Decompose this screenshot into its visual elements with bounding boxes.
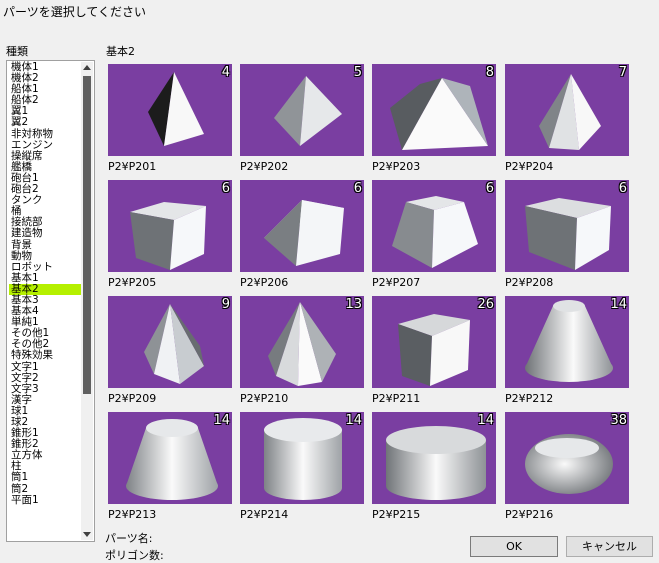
polygon-count: 14 (610, 297, 627, 312)
part-name: P2¥P201 (108, 160, 157, 173)
dialog-title: パーツを選択してください (3, 5, 147, 19)
ok-button[interactable]: OK (470, 536, 558, 557)
part-tile[interactable]: 5 P2¥P202 (240, 64, 364, 176)
category-item[interactable]: 非対称物 (9, 128, 85, 140)
part-name: P2¥P213 (108, 508, 157, 521)
category-item[interactable]: 筒1 (9, 472, 85, 483)
scroll-down-icon[interactable] (83, 532, 91, 537)
part-shape-icon (390, 78, 488, 150)
polygon-count: 9 (221, 297, 230, 312)
part-tile[interactable]: 8 P2¥P203 (372, 64, 496, 176)
polygon-count: 6 (485, 181, 494, 196)
polygon-count: 14 (213, 413, 230, 428)
part-thumbnail[interactable]: 4 (108, 64, 232, 156)
part-tile[interactable]: 6 P2¥P205 (108, 180, 232, 292)
polygon-count-label: ポリゴン数: (105, 549, 164, 562)
polygon-count: 26 (477, 297, 494, 312)
part-thumbnail[interactable]: 13 (240, 296, 364, 388)
scroll-thumb[interactable] (83, 76, 91, 394)
part-thumbnail[interactable]: 8 (372, 64, 496, 156)
category-items: 機体1 機体2 船体1 船体2 翼1 翼2 非対称物 エンジン 操縦席 艦橋 砲台1 砲台2 タンク桶接… (9, 61, 85, 506)
part-thumbnail[interactable]: 26 (372, 296, 496, 388)
part-name: P2¥P207 (372, 276, 421, 289)
category-item[interactable]: 翼2 (9, 117, 85, 128)
part-thumbnail[interactable]: 14 (240, 412, 364, 504)
category-item[interactable]: 筒2 (9, 483, 85, 495)
polygon-count: 38 (610, 413, 627, 428)
part-name: P2¥P212 (505, 392, 554, 405)
category-list[interactable]: 機体1 機体2 船体1 船体2 翼1 翼2 非対称物 エンジン 操縦席 艦橋 砲台1 砲台2 タンク桶接… (6, 60, 95, 542)
part-thumbnail[interactable]: 5 (240, 64, 364, 156)
part-name: P2¥P214 (240, 508, 289, 521)
part-thumbnail[interactable]: 6 (108, 180, 232, 272)
polygon-count: 5 (353, 65, 362, 80)
polygon-count: 13 (345, 297, 362, 312)
part-name: P2¥P208 (505, 276, 554, 289)
polygon-count: 14 (345, 413, 362, 428)
part-thumbnail[interactable]: 14 (505, 296, 629, 388)
category-item[interactable]: 背景 (9, 239, 85, 251)
part-shape-icon (525, 198, 611, 270)
part-tile[interactable]: 38 P2¥P216 (505, 412, 629, 524)
part-tile[interactable]: 14 P2¥P215 (372, 412, 496, 524)
part-tile[interactable]: 6 P2¥P207 (372, 180, 496, 292)
part-thumbnail[interactable]: 9 (108, 296, 232, 388)
part-shape-icon (130, 202, 206, 270)
part-thumbnail[interactable]: 14 (372, 412, 496, 504)
part-thumbnail[interactable]: 6 (240, 180, 364, 272)
part-tile[interactable]: 14 P2¥P213 (108, 412, 232, 524)
part-tile[interactable]: 7 P2¥P204 (505, 64, 629, 176)
category-item[interactable]: 特殊効果 (9, 350, 85, 361)
category-item[interactable]: 平面1 (9, 494, 85, 506)
part-shape-icon (144, 304, 204, 384)
part-tile[interactable]: 9 P2¥P209 (108, 296, 232, 408)
part-name: P2¥P203 (372, 160, 421, 173)
scroll-up-icon[interactable] (83, 65, 91, 70)
part-tile[interactable]: 13 P2¥P210 (240, 296, 364, 408)
part-tile[interactable]: 6 P2¥P208 (505, 180, 629, 292)
part-name: P2¥P204 (505, 160, 554, 173)
polygon-count: 4 (221, 65, 230, 80)
part-name: P2¥P211 (372, 392, 421, 405)
part-tile[interactable]: 14 P2¥P212 (505, 296, 629, 408)
part-shape-icon (392, 196, 478, 268)
part-name: P2¥P205 (108, 276, 157, 289)
polygon-count: 6 (221, 181, 230, 196)
part-shape-icon (264, 200, 344, 266)
part-tile[interactable]: 14 P2¥P214 (240, 412, 364, 524)
part-shape-icon (148, 72, 204, 146)
part-name: P2¥P216 (505, 508, 554, 521)
category-item[interactable]: 建造物 (9, 228, 85, 239)
category-item[interactable]: 文字1 (9, 361, 85, 373)
polygon-count: 6 (353, 181, 362, 196)
part-thumbnail[interactable]: 14 (108, 412, 232, 504)
part-name: P2¥P209 (108, 392, 157, 405)
polygon-count: 6 (618, 181, 627, 196)
part-tile[interactable]: 26 P2¥P211 (372, 296, 496, 408)
part-tile[interactable]: 6 P2¥P206 (240, 180, 364, 292)
part-name: P2¥P202 (240, 160, 289, 173)
part-thumbnail[interactable]: 7 (505, 64, 629, 156)
category-label: 種類 (6, 45, 28, 58)
part-name: P2¥P215 (372, 508, 421, 521)
part-thumbnail[interactable]: 6 (372, 180, 496, 272)
polygon-count: 7 (618, 65, 627, 80)
category-scrollbar[interactable] (81, 62, 93, 540)
part-thumbnail[interactable]: 6 (505, 180, 629, 272)
polygon-count: 8 (485, 65, 494, 80)
part-tile[interactable]: 4 P2¥P201 (108, 64, 232, 176)
part-shape-icon (274, 76, 342, 146)
cancel-button[interactable]: キャンセル (566, 536, 653, 557)
part-name: P2¥P206 (240, 276, 289, 289)
group-label: 基本2 (106, 45, 135, 58)
polygon-count: 14 (477, 413, 494, 428)
part-shape-icon (539, 74, 601, 150)
part-name: P2¥P210 (240, 392, 289, 405)
part-thumbnail[interactable]: 38 (505, 412, 629, 504)
part-name-label: パーツ名: (105, 532, 153, 545)
